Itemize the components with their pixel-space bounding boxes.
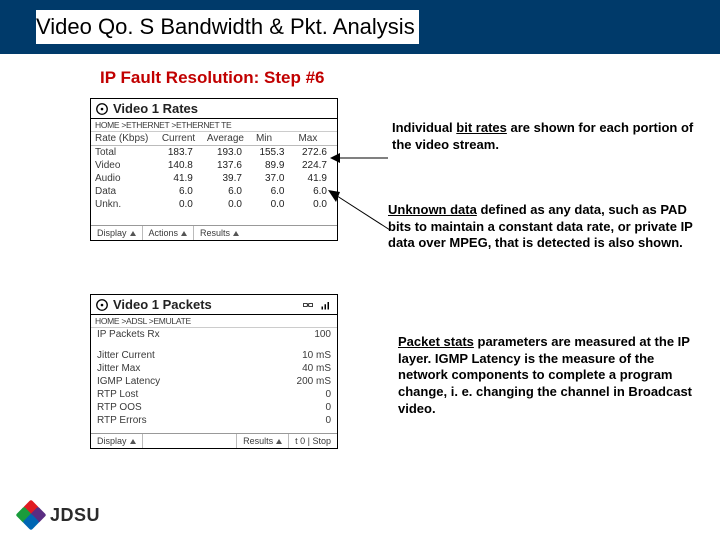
footer-btn-results[interactable]: Results (194, 226, 245, 240)
arrow-icon (326, 188, 392, 234)
row-label: Data (91, 185, 158, 198)
panel-packets-footer: Display Results t 0 | Stop (91, 433, 337, 448)
annotation-unknown-data: Unknown data defined as any data, such a… (388, 202, 698, 252)
col-rate: Rate (Kbps) (91, 132, 158, 146)
footer-btn-results[interactable]: Results (237, 434, 289, 448)
row-label: IP Packets Rx (91, 328, 243, 341)
row-label: Jitter Max (91, 362, 243, 375)
chevron-up-icon (233, 231, 239, 236)
footer-btn-display[interactable]: Display (91, 434, 143, 448)
col-average: Average (203, 132, 252, 146)
row-label: Jitter Current (91, 349, 243, 362)
row-value: 100 (243, 328, 337, 341)
row-value: 0 (243, 401, 337, 414)
arrow-icon (330, 148, 390, 168)
page-title: Video Qo. S Bandwidth & Pkt. Analysis (36, 14, 415, 40)
packets-table: IP Packets Rx100Jitter Current10 mSJitte… (91, 328, 337, 427)
col-min: Min (252, 132, 295, 146)
cell-value: 0.0 (252, 198, 295, 211)
rates-table: Rate (Kbps) Current Average Min Max Tota… (91, 132, 337, 211)
signal-icon (319, 298, 333, 312)
chevron-up-icon (130, 231, 136, 236)
cell-value: 41.9 (294, 172, 337, 185)
panel-video-packets: Video 1 Packets HOME >ADSL >EMULATE IP P… (90, 294, 338, 449)
annotation-packet-stats: Packet stats parameters are measured at … (398, 334, 698, 417)
cell-value: 0.0 (203, 198, 252, 211)
cell-value: 0.0 (158, 198, 203, 211)
cell-value: 137.6 (203, 159, 252, 172)
table-row: RTP Lost0 (91, 388, 337, 401)
table-row: Data6.06.06.06.0 (91, 185, 337, 198)
row-label: Unkn. (91, 198, 158, 211)
row-value: 0 (243, 414, 337, 427)
row-label: RTP Errors (91, 414, 243, 427)
table-row: RTP Errors0 (91, 414, 337, 427)
chevron-up-icon (276, 439, 282, 444)
cell-value: 6.0 (203, 185, 252, 198)
table-row: Jitter Max40 mS (91, 362, 337, 375)
row-label: RTP Lost (91, 388, 243, 401)
panel-packets-breadcrumb: HOME >ADSL >EMULATE (91, 315, 337, 328)
subtitle: IP Fault Resolution: Step #6 (100, 68, 720, 88)
table-row: Video140.8137.689.9224.7 (91, 159, 337, 172)
row-value: 200 mS (243, 375, 337, 388)
cell-value: 89.9 (252, 159, 295, 172)
row-value: 40 mS (243, 362, 337, 375)
table-row: RTP OOS0 (91, 401, 337, 414)
analyze-icon (95, 298, 109, 312)
panel-rates-footer: Display Actions Results (91, 225, 337, 240)
table-row: Total183.7193.0155.3272.6 (91, 146, 337, 160)
cell-value: 6.0 (252, 185, 295, 198)
footer-btn-actions[interactable]: Actions (143, 226, 195, 240)
chevron-up-icon (130, 439, 136, 444)
row-label: RTP OOS (91, 401, 243, 414)
table-row: Audio41.939.737.041.9 (91, 172, 337, 185)
panel-rates-breadcrumb: HOME >ETHERNET >ETHERNET TE (91, 119, 337, 132)
cell-value: 155.3 (252, 146, 295, 160)
col-max: Max (294, 132, 337, 146)
cell-value: 39.7 (203, 172, 252, 185)
cell-value: 37.0 (252, 172, 295, 185)
row-value: 0 (243, 388, 337, 401)
cell-value: 193.0 (203, 146, 252, 160)
footer-btn-stop[interactable]: t 0 | Stop (289, 434, 337, 448)
panel-packets-title: Video 1 Packets (113, 297, 212, 312)
cell-value: 140.8 (158, 159, 203, 172)
cell-value: 183.7 (158, 146, 203, 160)
brand-logo: JDSU (18, 502, 100, 528)
chevron-up-icon (181, 231, 187, 236)
col-current: Current (158, 132, 203, 146)
table-row: IP Packets Rx100 (91, 328, 337, 341)
panel-rates-title: Video 1 Rates (113, 101, 198, 116)
link-icon (301, 298, 315, 312)
table-row: Jitter Current10 mS (91, 349, 337, 362)
analyze-icon (95, 102, 109, 116)
footer-spacer (143, 434, 238, 448)
logo-text: JDSU (50, 505, 100, 526)
row-label: Audio (91, 172, 158, 185)
cell-value: 41.9 (158, 172, 203, 185)
rates-header-row: Rate (Kbps) Current Average Min Max (91, 132, 337, 146)
panel-rates-header: Video 1 Rates (91, 99, 337, 119)
panel-video-rates: Video 1 Rates HOME >ETHERNET >ETHERNET T… (90, 98, 338, 241)
logo-mark-icon (18, 502, 44, 528)
table-row: IGMP Latency200 mS (91, 375, 337, 388)
cell-value: 6.0 (158, 185, 203, 198)
row-label: Video (91, 159, 158, 172)
row-label: Total (91, 146, 158, 160)
panel-packets-header: Video 1 Packets (91, 295, 337, 315)
table-row: Unkn.0.00.00.00.0 (91, 198, 337, 211)
row-label: IGMP Latency (91, 375, 243, 388)
title-bar: Video Qo. S Bandwidth & Pkt. Analysis (0, 0, 720, 54)
row-value: 10 mS (243, 349, 337, 362)
footer-btn-display[interactable]: Display (91, 226, 143, 240)
annotation-bit-rates: Individual bit rates are shown for each … (392, 120, 702, 153)
